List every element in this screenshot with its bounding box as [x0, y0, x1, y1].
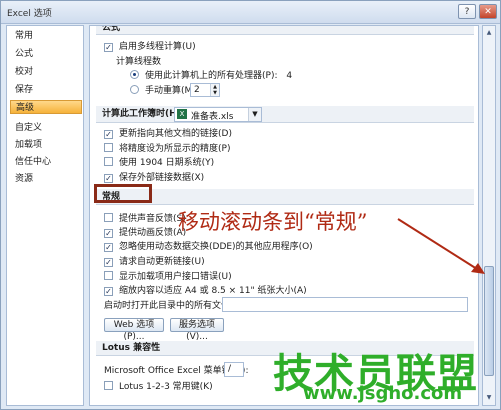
- checkbox-box[interactable]: ✓: [104, 229, 113, 238]
- checkbox-box[interactable]: [104, 271, 113, 280]
- checkbox-box[interactable]: ✓: [104, 43, 113, 52]
- lotus-menu-key-input[interactable]: /: [224, 362, 244, 377]
- excel-options-window: Excel 选项 ? ✕ 常用 公式 校对 保存 高级 自定义 加载项 信任中心…: [0, 0, 501, 410]
- checkbox-box[interactable]: [104, 157, 113, 166]
- web-options-button[interactable]: Web 选项(P)...: [104, 318, 164, 342]
- close-button[interactable]: ✕: [479, 4, 497, 19]
- workbook-select[interactable]: X 准备表.xls ▼: [174, 107, 262, 122]
- scale-a4-checkbox[interactable]: ✓ 缩放内容以适应 A4 或 8.5 × 11" 纸张大小(A): [104, 285, 307, 297]
- instruction-annotation: 移动滚动条到“常规”: [178, 210, 368, 234]
- addin-ui-errors-checkbox[interactable]: 显示加载项用户接口错误(U): [104, 271, 232, 283]
- chevron-down-icon[interactable]: ▼: [248, 108, 261, 121]
- sidebar-item-formulas[interactable]: 公式: [10, 47, 82, 61]
- watermark-url: www.jsgho.com: [303, 383, 463, 404]
- section-header-formulas: 公式: [96, 26, 474, 35]
- sidebar-item-resources[interactable]: 资源: [10, 172, 82, 186]
- multithread-checkbox[interactable]: ✓ 启用多线程计算(U): [104, 41, 196, 53]
- sound-feedback-checkbox[interactable]: 提供声音反馈(S): [104, 213, 186, 225]
- checkbox-box[interactable]: [104, 213, 113, 222]
- date-1904-checkbox[interactable]: 使用 1904 日期系统(Y): [104, 157, 214, 169]
- checkbox-box[interactable]: ✓: [104, 174, 113, 183]
- scroll-up-icon[interactable]: ▲: [484, 27, 494, 39]
- section-header-general: 常规: [96, 189, 474, 205]
- manual-threads-radio[interactable]: 手动重算(M): [130, 85, 196, 97]
- radio-button[interactable]: [130, 85, 139, 94]
- precision-as-displayed-checkbox[interactable]: 将精度设为所显示的精度(P): [104, 143, 230, 155]
- checkbox-box[interactable]: [104, 143, 113, 152]
- save-external-links-checkbox[interactable]: ✓ 保存外部链接数据(X): [104, 172, 204, 184]
- checkbox-box[interactable]: ✓: [104, 287, 113, 296]
- sidebar-item-general[interactable]: 常用: [10, 29, 82, 43]
- checkbox-box[interactable]: ✓: [104, 130, 113, 139]
- lotus-nav-keys-checkbox[interactable]: Lotus 1-2-3 常用键(K): [104, 381, 213, 393]
- sidebar-item-proofing[interactable]: 校对: [10, 65, 82, 79]
- sidebar-item-advanced[interactable]: 高级: [10, 100, 82, 114]
- scroll-down-icon[interactable]: ▼: [484, 392, 494, 404]
- auto-update-links-checkbox[interactable]: ✓ 请求自动更新链接(U): [104, 256, 205, 268]
- ignore-dde-checkbox[interactable]: ✓ 忽略使用动态数据交换(DDE)的其他应用程序(O): [104, 241, 313, 253]
- general-section-highlight: [94, 184, 152, 203]
- section-header-workbook-calc: 计算此工作簿时(H):: [96, 106, 474, 123]
- sidebar-item-addins[interactable]: 加载项: [10, 138, 82, 152]
- sidebar-item-trust-center[interactable]: 信任中心: [10, 155, 82, 169]
- startup-folder-input[interactable]: [222, 297, 468, 312]
- update-links-checkbox[interactable]: ✓ 更新指向其他文档的链接(D): [104, 128, 232, 140]
- use-all-processors-radio[interactable]: 使用此计算机上的所有处理器(P): 4: [130, 70, 292, 82]
- content-scrollbar[interactable]: ▲ ▼: [482, 25, 496, 406]
- processor-count: 4: [286, 71, 293, 81]
- checkbox-box[interactable]: ✓: [104, 258, 113, 267]
- service-options-button[interactable]: 服务选项(V)...: [170, 318, 224, 342]
- checkbox-box[interactable]: [104, 381, 113, 390]
- options-sidebar: 常用 公式 校对 保存 高级 自定义 加载项 信任中心 资源: [6, 25, 84, 406]
- threads-label: 计算线程数: [116, 57, 162, 67]
- sidebar-item-customize[interactable]: 自定义: [10, 121, 82, 135]
- radio-button[interactable]: [130, 70, 139, 79]
- window-title: Excel 选项: [7, 9, 52, 19]
- title-bar: Excel 选项 ? ✕: [1, 1, 500, 24]
- excel-file-icon: X: [177, 109, 187, 119]
- sidebar-item-save[interactable]: 保存: [10, 83, 82, 97]
- scroll-thumb[interactable]: [484, 266, 494, 376]
- manual-threads-stepper[interactable]: 2 ▲ ▼: [190, 83, 220, 97]
- animation-feedback-checkbox[interactable]: ✓ 提供动画反馈(A): [104, 227, 186, 239]
- stepper-arrows-icon[interactable]: ▲ ▼: [210, 84, 219, 96]
- checkbox-box[interactable]: ✓: [104, 243, 113, 252]
- help-button[interactable]: ?: [458, 4, 476, 19]
